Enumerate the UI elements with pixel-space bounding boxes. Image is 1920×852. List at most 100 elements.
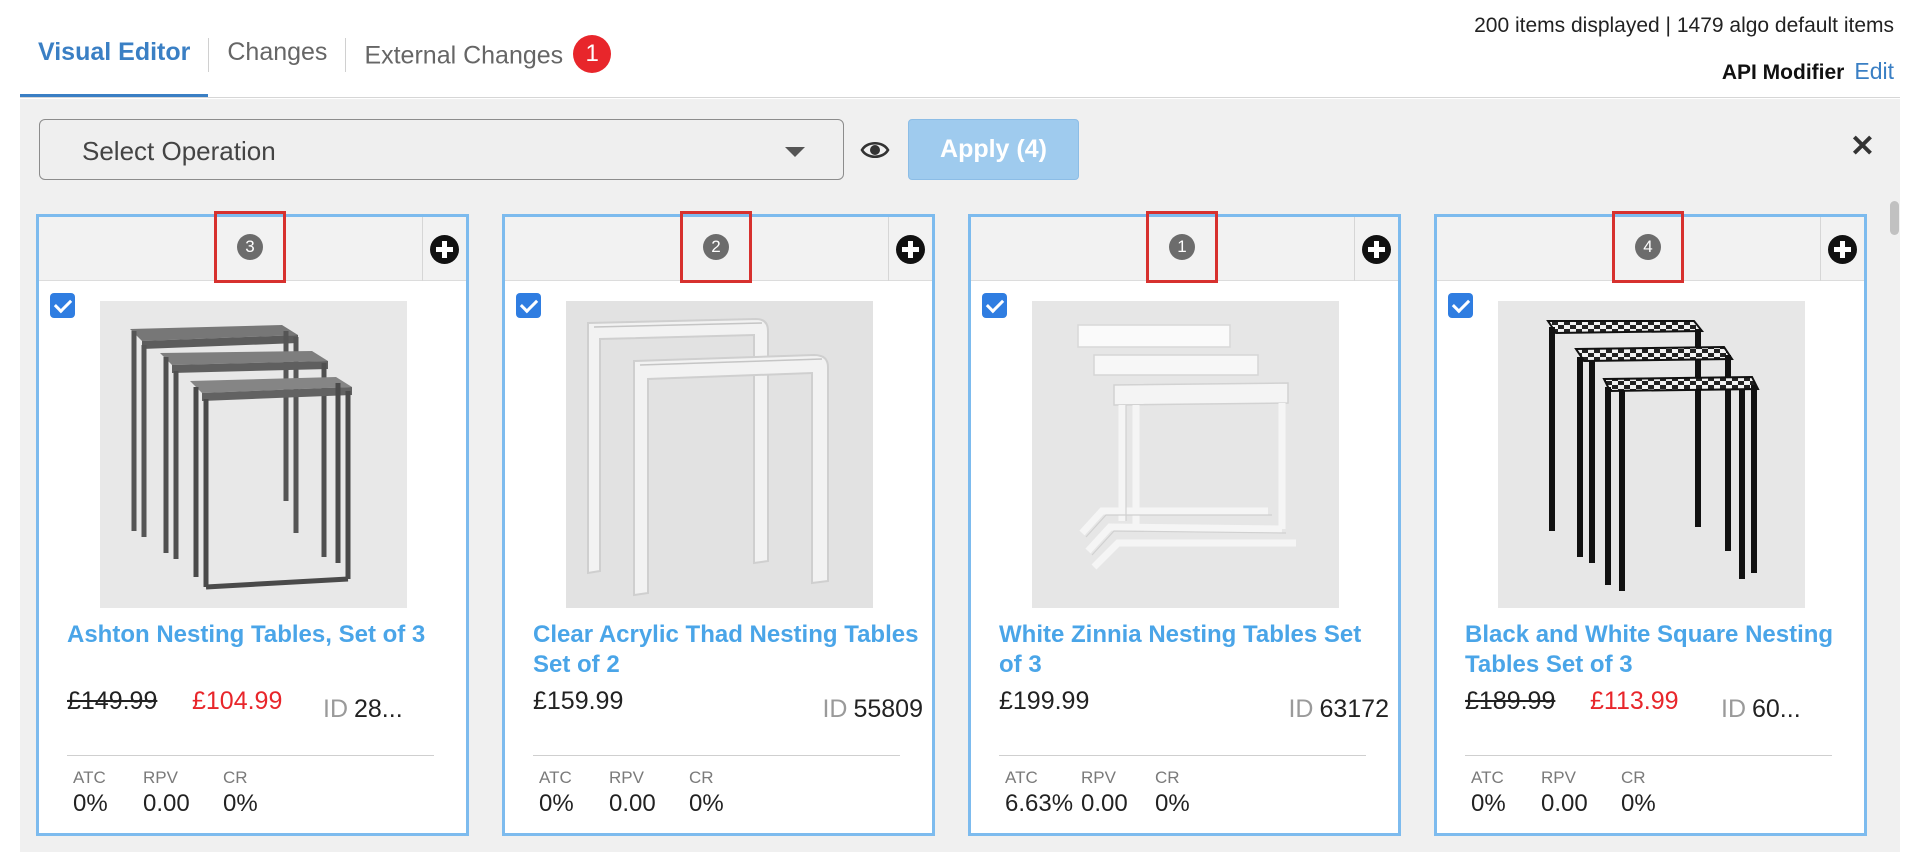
product-card[interactable]: 4 Black and White Square Nesting Tables … <box>1434 211 1867 836</box>
product-card[interactable]: 2 Clear Acrylic Thad Nesting Tables Set … <box>502 211 935 836</box>
sale-price: £113.99 <box>1590 687 1679 715</box>
close-icon[interactable]: ✕ <box>1850 132 1875 162</box>
select-checkbox[interactable] <box>982 293 1007 318</box>
product-card[interactable]: 3 Ashton Nesting Tables, Set of 3 £149.9… <box>36 211 469 836</box>
product-card[interactable]: 1 White Zinnia Nesting Tables Set of 3 £… <box>968 211 1401 836</box>
rank-indicator: 3 <box>237 234 263 260</box>
metric-label: RPV <box>143 768 178 787</box>
id-value: 28... <box>354 695 403 723</box>
add-button[interactable] <box>1354 217 1398 281</box>
metric-label: RPV <box>609 768 644 787</box>
metric-value: 0.00 <box>1541 790 1588 817</box>
select-checkbox[interactable] <box>516 293 541 318</box>
product-image[interactable] <box>1498 301 1805 608</box>
tab-label: External Changes <box>364 41 564 70</box>
metric-value: 0% <box>1621 790 1656 817</box>
metric-atc: ATC 6.63% <box>1005 768 1073 818</box>
metric-cr: CR 0% <box>689 768 724 818</box>
price-row: £199.99 ID 63172 <box>999 687 1389 727</box>
price-row: £189.99 £113.99 ID 60... <box>1465 687 1855 727</box>
add-button[interactable] <box>888 217 932 281</box>
plus-circle-icon <box>896 235 925 264</box>
metric-label: CR <box>223 768 248 787</box>
scrollbar[interactable] <box>1889 199 1900 852</box>
select-checkbox[interactable] <box>1448 293 1473 318</box>
metric-value: 6.63% <box>1005 790 1074 817</box>
tab-label: Changes <box>227 38 328 66</box>
divider <box>1465 755 1832 756</box>
plus-circle-icon <box>1828 235 1857 264</box>
notification-badge: 1 <box>573 35 612 73</box>
product-image[interactable] <box>1032 301 1339 608</box>
metric-value: 0.00 <box>1081 790 1128 817</box>
metric-value: 0% <box>1471 790 1506 817</box>
original-price: £149.99 <box>67 687 158 715</box>
price-row: £149.99 £104.99 ID 28... <box>67 687 457 727</box>
metric-label: ATC <box>539 768 572 787</box>
tab-external-changes[interactable]: External Changes 1 <box>346 26 629 98</box>
id-label: ID <box>1721 695 1746 723</box>
metric-rpv: RPV 0.00 <box>1081 768 1128 818</box>
rank-highlight: 4 <box>1612 211 1684 283</box>
divider <box>20 97 1900 98</box>
product-id: ID 60... <box>1721 695 1831 724</box>
id-value: 55809 <box>853 695 923 723</box>
metric-label: RPV <box>1541 768 1576 787</box>
metric-atc: ATC 0% <box>1471 768 1506 818</box>
operation-select[interactable]: Select Operation <box>39 119 844 180</box>
product-title-link[interactable]: Black and White Square Nesting Tables Se… <box>1465 620 1855 680</box>
chevron-down-icon <box>785 147 805 157</box>
plus-circle-icon <box>430 235 459 264</box>
tab-changes[interactable]: Changes <box>209 26 345 98</box>
original-price: £189.99 <box>1465 687 1556 715</box>
edit-link[interactable]: Edit <box>1854 58 1894 84</box>
tab-visual-editor[interactable]: Visual Editor <box>20 26 209 98</box>
metric-value: 0.00 <box>609 790 656 817</box>
metric-label: ATC <box>1471 768 1504 787</box>
product-title-link[interactable]: Ashton Nesting Tables, Set of 3 <box>67 620 457 650</box>
metric-atc: ATC 0% <box>73 768 108 818</box>
price: £199.99 <box>999 687 1090 715</box>
product-title-link[interactable]: Clear Acrylic Thad Nesting Tables Set of… <box>533 620 923 680</box>
metric-cr: CR 0% <box>1155 768 1190 818</box>
metric-value: 0.00 <box>143 790 190 817</box>
apply-button[interactable]: Apply (4) <box>908 119 1079 180</box>
card-header: 3 <box>39 211 466 283</box>
card-header: 2 <box>505 211 932 283</box>
grey-metal-nesting-tables-image <box>100 301 407 608</box>
rank-indicator: 1 <box>1169 234 1195 260</box>
metric-label: ATC <box>1005 768 1038 787</box>
top-bar: Visual Editor Changes External Changes 1 … <box>0 0 1920 100</box>
id-label: ID <box>323 695 348 723</box>
metric-label: CR <box>689 768 714 787</box>
white-nesting-tables-image <box>1032 301 1339 608</box>
select-checkbox[interactable] <box>50 293 75 318</box>
rank-highlight: 1 <box>1146 211 1218 283</box>
scrollbar-thumb[interactable] <box>1890 201 1899 235</box>
eye-icon[interactable] <box>860 135 890 165</box>
product-id: ID 63172 <box>1288 695 1389 724</box>
product-id: ID 28... <box>323 695 433 724</box>
card-header: 4 <box>1437 211 1864 283</box>
product-image[interactable] <box>566 301 873 608</box>
divider <box>533 755 900 756</box>
plus-circle-icon <box>1362 235 1391 264</box>
add-button[interactable] <box>422 217 466 281</box>
rank-highlight: 3 <box>214 211 286 283</box>
items-summary: 200 items displayed | 1479 algo default … <box>1474 14 1894 37</box>
add-button[interactable] <box>1820 217 1864 281</box>
metric-rpv: RPV 0.00 <box>143 768 190 818</box>
id-value: 60... <box>1752 695 1801 723</box>
metric-label: ATC <box>73 768 106 787</box>
product-title-link[interactable]: White Zinnia Nesting Tables Set of 3 <box>999 620 1389 680</box>
id-label: ID <box>822 695 848 723</box>
metric-value: 0% <box>689 790 724 817</box>
divider <box>999 755 1366 756</box>
metric-cr: CR 0% <box>1621 768 1656 818</box>
metric-cr: CR 0% <box>223 768 258 818</box>
rank-indicator: 2 <box>703 234 729 260</box>
black-white-nesting-tables-image <box>1498 301 1805 608</box>
id-label: ID <box>1288 695 1314 723</box>
product-image[interactable] <box>100 301 407 608</box>
product-id: ID 55809 <box>822 695 923 724</box>
